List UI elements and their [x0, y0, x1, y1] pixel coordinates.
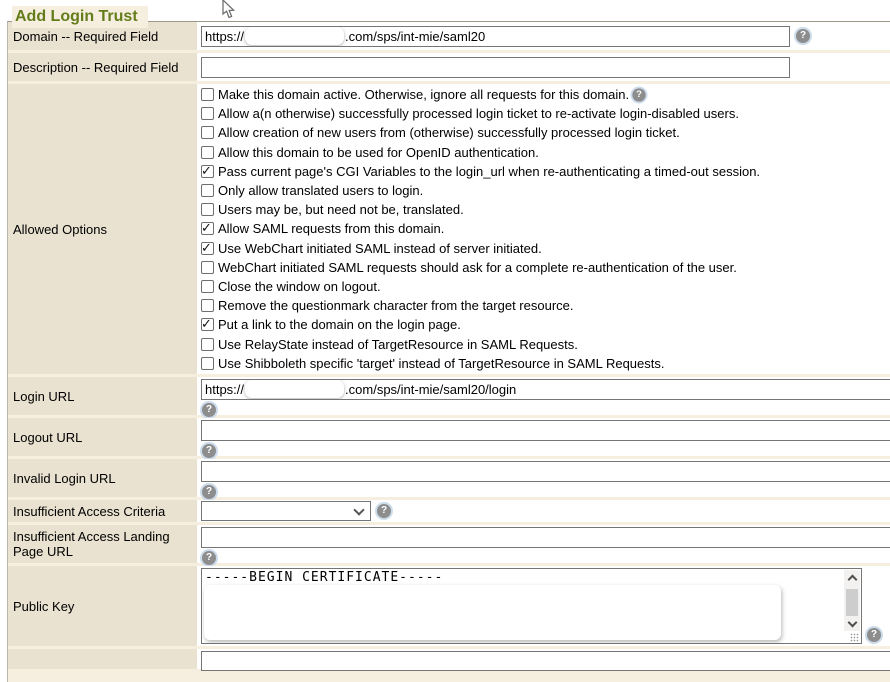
invalid-login-url-input[interactable]: [201, 461, 890, 482]
option-row: Put a link to the domain on the login pa…: [201, 315, 890, 334]
redaction-overlay: [204, 585, 781, 640]
login-url-row: Login URL https:// .com/sps/int-mie/saml2…: [8, 377, 890, 415]
checkbox[interactable]: [201, 299, 214, 312]
option-row: Allow creation of new users from (otherw…: [201, 123, 890, 142]
checkbox-label: Only allow translated users to login.: [218, 183, 423, 198]
checkbox[interactable]: [201, 107, 214, 120]
option-row: Make this domain active. Otherwise, igno…: [201, 85, 890, 104]
mouse-cursor: [222, 0, 236, 20]
checkbox-label: Users may be, but need not be, translate…: [218, 202, 464, 217]
public-key-row: Public Key -----BEGIN CERTIFICATE----- ?: [8, 566, 890, 646]
scrollbar-thumb[interactable]: [846, 589, 858, 616]
chevron-down-icon: [847, 618, 857, 628]
checkbox[interactable]: [201, 242, 214, 255]
insufficient-access-criteria-label: Insufficient Access Criteria: [8, 500, 197, 522]
insufficient-access-criteria-row: Insufficient Access Criteria ?: [8, 500, 890, 522]
allowed-options-row: Allowed Options Make this domain active.…: [8, 84, 890, 374]
allowed-options-label: Allowed Options: [8, 84, 197, 374]
checkbox-label: Remove the questionmark character from t…: [218, 298, 574, 313]
option-row: Allow this domain to be used for OpenID …: [201, 143, 890, 162]
scroll-down-button[interactable]: [844, 616, 860, 631]
option-row: WebChart initiated SAML requests should …: [201, 258, 890, 277]
domain-value-prefix: https://: [205, 29, 244, 44]
checkbox[interactable]: [201, 146, 214, 159]
insufficient-access-landing-row: Insufficient Access Landing Page URL ?: [8, 525, 890, 563]
checkbox[interactable]: [201, 357, 214, 370]
redaction-box: [245, 380, 344, 398]
login-url-value-prefix: https://: [205, 382, 244, 397]
scroll-up-button[interactable]: [844, 570, 860, 585]
chevron-down-icon: [353, 504, 364, 515]
certificate-first-line: -----BEGIN CERTIFICATE-----: [202, 569, 861, 585]
description-row: Description -- Required Field: [8, 53, 890, 81]
checkbox-label: Allow SAML requests from this domain.: [218, 221, 444, 236]
logout-url-label: Logout URL: [8, 418, 197, 456]
help-icon[interactable]: ?: [202, 551, 216, 565]
checkbox-label: Allow a(n otherwise) successfully proces…: [218, 106, 739, 121]
add-login-trust-fieldset: Add Login Trust Domain -- Required Field…: [7, 21, 890, 682]
option-row: Users may be, but need not be, translate…: [201, 200, 890, 219]
domain-input[interactable]: https:// .com/sps/int-mie/saml20: [201, 26, 790, 47]
description-input[interactable]: [201, 57, 790, 78]
checkbox-label: Use Shibboleth specific 'target' instead…: [218, 356, 664, 371]
help-icon[interactable]: ?: [796, 29, 810, 43]
invalid-login-url-label: Invalid Login URL: [8, 459, 197, 497]
login-url-input[interactable]: https:// .com/sps/int-mie/saml20/login: [201, 379, 890, 400]
login-url-value-suffix: .com/sps/int-mie/saml20/login: [345, 382, 516, 397]
partial-row-label: [8, 649, 197, 669]
logout-url-row: Logout URL ?: [8, 418, 890, 456]
checkbox-label: Pass current page's CGI Variables to the…: [218, 164, 760, 179]
form-legend: Add Login Trust: [12, 6, 148, 28]
checkbox[interactable]: [201, 88, 214, 101]
checkbox-label: Allow creation of new users from (otherw…: [218, 125, 680, 140]
checkbox[interactable]: [201, 338, 214, 351]
description-label: Description -- Required Field: [8, 53, 197, 81]
help-icon[interactable]: ?: [202, 485, 216, 499]
option-row: Use WebChart initiated SAML instead of s…: [201, 239, 890, 258]
help-icon[interactable]: ?: [377, 504, 391, 518]
public-key-textarea[interactable]: -----BEGIN CERTIFICATE-----: [201, 568, 862, 644]
login-url-label: Login URL: [8, 377, 197, 415]
checkbox[interactable]: [201, 165, 214, 178]
insufficient-access-landing-label: Insufficient Access Landing Page URL: [8, 525, 197, 563]
partial-row: [8, 649, 890, 669]
checkbox-label: Allow this domain to be used for OpenID …: [218, 145, 539, 160]
option-row: Only allow translated users to login.: [201, 181, 890, 200]
insufficient-access-landing-input[interactable]: [201, 527, 890, 548]
help-icon[interactable]: ?: [867, 628, 881, 642]
checkbox-label: Close the window on logout.: [218, 279, 381, 294]
checkbox-label: WebChart initiated SAML requests should …: [218, 260, 737, 275]
resize-handle-icon[interactable]: [850, 633, 859, 642]
option-row: Pass current page's CGI Variables to the…: [201, 162, 890, 181]
checkbox[interactable]: [201, 203, 214, 216]
checkbox[interactable]: [201, 318, 214, 331]
option-row: Remove the questionmark character from t…: [201, 296, 890, 315]
option-row: Use Shibboleth specific 'target' instead…: [201, 354, 890, 373]
partial-input[interactable]: [201, 651, 890, 671]
option-row: Allow SAML requests from this domain.: [201, 219, 890, 238]
checkbox-label: Use RelayState instead of TargetResource…: [218, 337, 578, 352]
checkbox[interactable]: [201, 280, 214, 293]
checkbox-label: Make this domain active. Otherwise, igno…: [218, 87, 629, 102]
option-row: Allow a(n otherwise) successfully proces…: [201, 104, 890, 123]
checkbox-label: Use WebChart initiated SAML instead of s…: [218, 241, 542, 256]
chevron-up-icon: [847, 575, 857, 585]
redaction-box: [245, 27, 344, 45]
logout-url-input[interactable]: [201, 420, 890, 441]
help-icon[interactable]: ?: [632, 88, 645, 101]
option-row: Close the window on logout.: [201, 277, 890, 296]
scrollbar[interactable]: [844, 570, 860, 631]
help-icon[interactable]: ?: [202, 444, 216, 458]
public-key-label: Public Key: [8, 566, 197, 646]
help-icon[interactable]: ?: [202, 403, 216, 417]
invalid-login-url-row: Invalid Login URL ?: [8, 459, 890, 497]
checkbox-label: Put a link to the domain on the login pa…: [218, 317, 461, 332]
checkbox[interactable]: [201, 126, 214, 139]
checkbox[interactable]: [201, 184, 214, 197]
checkbox[interactable]: [201, 222, 214, 235]
insufficient-access-criteria-select[interactable]: [201, 501, 371, 521]
checkbox[interactable]: [201, 261, 214, 274]
domain-value-suffix: .com/sps/int-mie/saml20: [345, 29, 485, 44]
option-row: Use RelayState instead of TargetResource…: [201, 334, 890, 353]
